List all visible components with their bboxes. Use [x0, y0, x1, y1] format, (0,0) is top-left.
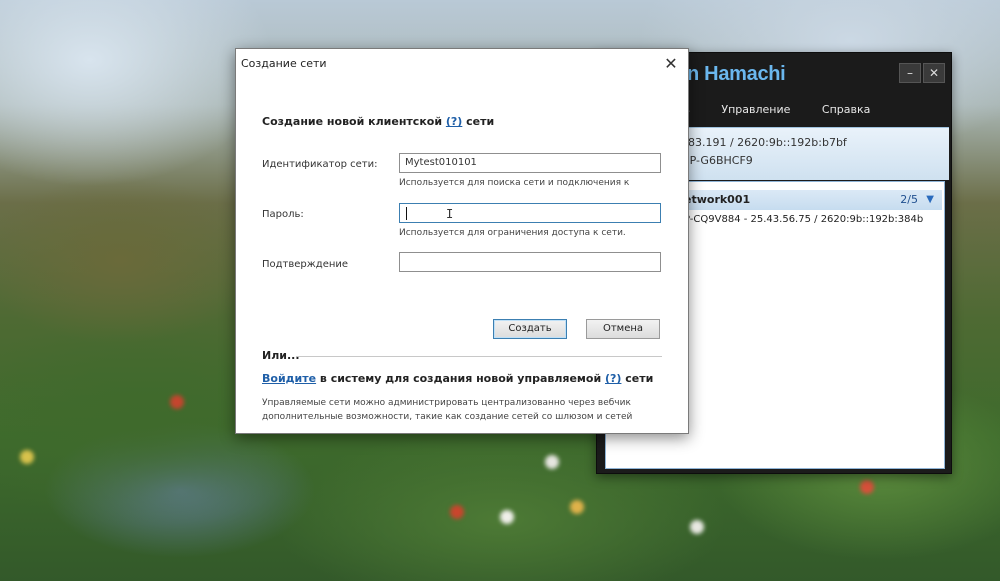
background-flower [860, 480, 874, 494]
network-id-input[interactable]: Mytest010101 [399, 153, 661, 173]
background-flower [450, 505, 464, 519]
peer-row[interactable]: P-CQ9V884 - 25.43.56.75 / 2620:9b::192b:… [684, 214, 923, 225]
background-flower [20, 450, 34, 464]
confirm-label: Подтверждение [262, 259, 349, 270]
chevron-down-icon[interactable]: ▼ [926, 190, 934, 210]
network-id-label: Идентификатор сети: [262, 159, 378, 170]
background-flower [500, 510, 514, 524]
network-id-hint: Используется для поиска сети и подключен… [399, 178, 630, 188]
cancel-button[interactable]: Отмена [586, 319, 660, 339]
or-label: Или... [262, 349, 300, 362]
dialog-title: Создание сети [241, 57, 327, 70]
background-flower [170, 395, 184, 409]
background-flower [690, 520, 704, 534]
confirm-password-input[interactable] [399, 252, 661, 272]
separator [296, 356, 662, 357]
background-flower [570, 500, 584, 514]
background-flower [545, 455, 559, 469]
login-text: в систему для создания новой управляемой [316, 372, 605, 385]
menu-help[interactable]: Справка [822, 103, 870, 116]
heading-suffix: сети [462, 115, 495, 128]
help-link[interactable]: (?) [446, 115, 462, 128]
password-hint: Используется для ограничения доступа к с… [399, 228, 626, 238]
hamachi-title: n Hamachi [687, 63, 786, 85]
login-suffix: сети [621, 372, 654, 385]
hamachi-close-button[interactable]: ✕ [923, 63, 945, 83]
text-caret [406, 207, 407, 220]
managed-help-link[interactable]: (?) [605, 372, 621, 385]
managed-network-description: Управляемые сети можно администрировать … [262, 398, 633, 422]
dialog-heading: Создание новой клиентской (?) сети [262, 115, 494, 128]
create-button[interactable]: Создать [493, 319, 567, 339]
create-network-dialog: Создание сети ✕ Создание новой клиентско… [235, 48, 689, 434]
dialog-body: Создание новой клиентской (?) сети Идент… [236, 79, 688, 433]
close-icon[interactable]: ✕ [660, 53, 682, 75]
ibeam-cursor-icon: I [446, 207, 454, 221]
dialog-titlebar: Создание сети ✕ [236, 49, 688, 79]
hamachi-minimize-button[interactable]: – [899, 63, 921, 83]
network-name: etwork001 [684, 193, 751, 206]
heading-text: Создание новой клиентской [262, 115, 446, 128]
hamachi-menubar: ть Управление Справка [677, 103, 898, 116]
password-input[interactable]: I [399, 203, 661, 223]
login-line: Войдите в систему для создания новой упр… [262, 372, 653, 385]
menu-manage[interactable]: Управление [721, 103, 790, 116]
password-label: Пароль: [262, 209, 304, 220]
login-link[interactable]: Войдите [262, 372, 316, 385]
network-member-count: 2/5 [900, 193, 918, 206]
